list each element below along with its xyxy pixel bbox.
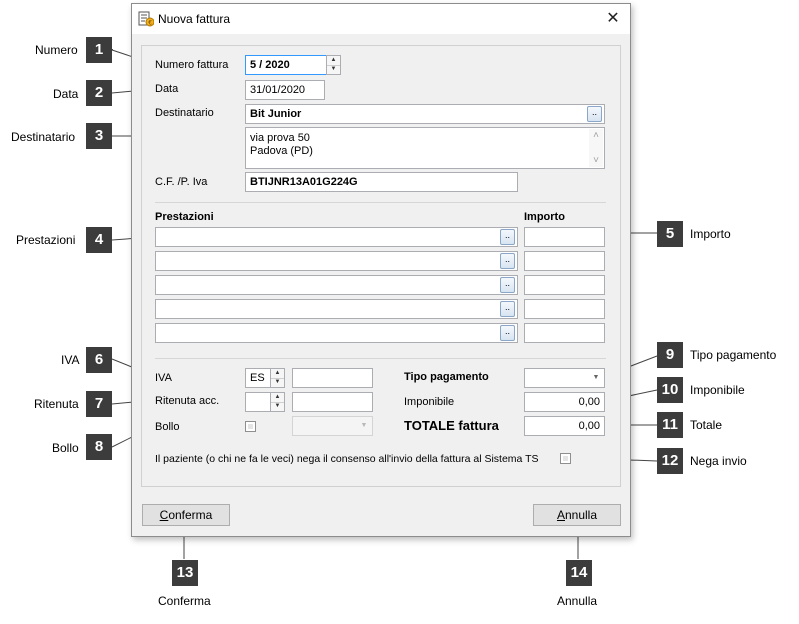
callout-badge-14: 14 (566, 560, 592, 586)
prestazione-input[interactable] (155, 251, 518, 271)
prestazione-input[interactable] (155, 323, 518, 343)
importo-input[interactable] (524, 323, 605, 343)
totale-fattura-label: TOTALE fattura (404, 418, 499, 433)
conferma-label: onferma (168, 508, 213, 522)
prestazione-browse-button[interactable]: .. (500, 301, 515, 317)
nuova-fattura-dialog: € Nuova fattura ✕ Numero fattura 5 / 202… (131, 3, 631, 537)
callout-badge-12: 12 (657, 448, 683, 474)
iva-value-input[interactable] (292, 368, 373, 388)
callout-label-imponibile: Imponibile (690, 383, 745, 397)
memo-scrollbar[interactable]: ˄ ˅ (589, 129, 603, 167)
prestazione-browse-button[interactable]: .. (500, 277, 515, 293)
ritenuta-value-input[interactable] (292, 392, 373, 412)
chevron-down-icon: ▼ (592, 374, 600, 381)
ritenuta-code-input[interactable] (245, 392, 271, 412)
prestazione-input[interactable] (155, 275, 518, 295)
importo-input[interactable] (524, 227, 605, 247)
consenso-text: Il paziente (o chi ne fa le veci) nega i… (155, 453, 539, 465)
spin-down-icon[interactable]: ▼ (271, 402, 284, 411)
imponibile-input[interactable]: 0,00 (524, 392, 605, 412)
callout-badge-10: 10 (657, 377, 683, 403)
importo-input[interactable] (524, 275, 605, 295)
prestazione-browse-button[interactable]: .. (500, 325, 515, 341)
destinatario-browse-button[interactable]: .. (587, 106, 602, 122)
ritenuta-spinner[interactable]: ▲ ▼ (270, 392, 285, 412)
chevron-down-icon: ▼ (360, 422, 368, 429)
data-label: Data (155, 83, 179, 95)
callout-badge-7: 7 (86, 391, 112, 417)
prestazione-input[interactable] (155, 299, 518, 319)
importo-input[interactable] (524, 251, 605, 271)
callout-badge-2: 2 (86, 80, 112, 106)
indirizzo-memo[interactable]: via prova 50 Padova (PD) ˄ ˅ (245, 127, 605, 169)
ritenuta-label: Ritenuta acc. (155, 395, 220, 407)
invoice-app-icon: € (138, 11, 154, 27)
window-title: Nuova fattura (158, 12, 231, 26)
title-bar[interactable]: € Nuova fattura ✕ (132, 4, 630, 34)
prestazione-browse-button[interactable]: .. (500, 253, 515, 269)
callout-badge-4: 4 (86, 227, 112, 253)
separator-2 (155, 358, 606, 359)
callout-label-destinatario: Destinatario (11, 130, 76, 144)
numero-fattura-spinner[interactable]: ▲ ▼ (326, 55, 341, 75)
callout-badge-5: 5 (657, 221, 683, 247)
imponibile-label: Imponibile (404, 396, 455, 408)
callout-badge-8: 8 (86, 434, 112, 460)
callout-label-annulla: Annulla (557, 594, 598, 608)
destinatario-label: Destinatario (155, 107, 214, 119)
callout-label-nega-invio: Nega invio (690, 454, 747, 468)
importo-header: Importo (524, 211, 565, 223)
annulla-button[interactable]: Annulla (533, 504, 621, 526)
numero-fattura-input[interactable]: 5 / 2020 (245, 55, 327, 75)
iva-spinner[interactable]: ▲ ▼ (270, 368, 285, 388)
annulla-accesskey: A (556, 508, 565, 522)
nega-invio-checkbox[interactable] (560, 453, 571, 464)
bollo-checkbox[interactable] (245, 421, 256, 432)
callout-label-numero: Numero (35, 43, 78, 57)
spin-down-icon[interactable]: ▼ (271, 378, 284, 387)
callout-label-ritenuta: Ritenuta (34, 397, 79, 411)
close-icon[interactable]: ✕ (602, 8, 624, 30)
bollo-label: Bollo (155, 421, 180, 433)
callout-badge-3: 3 (86, 123, 112, 149)
callout-badge-1: 1 (86, 37, 112, 63)
iva-label: IVA (155, 372, 172, 384)
iva-code-input[interactable]: ES (245, 368, 271, 388)
cf-piva-input[interactable]: BTIJNR13A01G224G (245, 172, 518, 192)
spin-down-icon[interactable]: ▼ (327, 65, 340, 74)
callout-label-bollo: Bollo (52, 441, 79, 455)
tipo-pagamento-label: Tipo pagamento (404, 371, 489, 383)
tipo-pagamento-select[interactable]: ▼ (524, 368, 605, 388)
prestazione-input[interactable] (155, 227, 518, 247)
cf-piva-label: C.F. /P. Iva (155, 176, 208, 188)
conferma-accesskey: C (159, 508, 169, 522)
address-line-1: via prova 50 (250, 132, 310, 144)
importo-input[interactable] (524, 299, 605, 319)
callout-label-iva: IVA (61, 353, 80, 367)
callout-label-tipo-pagamento: Tipo pagamento (690, 348, 777, 362)
prestazioni-header: Prestazioni (155, 211, 214, 223)
prestazione-browse-button[interactable]: .. (500, 229, 515, 245)
scroll-up-icon[interactable]: ˄ (589, 130, 603, 141)
callout-badge-11: 11 (657, 412, 683, 438)
numero-fattura-label: Numero fattura (155, 59, 229, 71)
data-input[interactable]: 31/01/2020 (245, 80, 325, 100)
svg-text:€: € (148, 20, 152, 27)
bollo-select[interactable]: ▼ (292, 416, 373, 436)
destinatario-input[interactable]: Bit Junior (245, 104, 605, 124)
callout-label-conferma: Conferma (158, 594, 211, 608)
address-line-2: Padova (PD) (250, 145, 313, 157)
conferma-button[interactable]: Conferma (142, 504, 230, 526)
callout-label-totale: Totale (690, 418, 723, 432)
scroll-down-icon[interactable]: ˅ (589, 155, 603, 166)
callout-badge-13: 13 (172, 560, 198, 586)
callout-badge-9: 9 (657, 342, 683, 368)
callout-label-data: Data (53, 87, 79, 101)
totale-fattura-input[interactable]: 0,00 (524, 416, 605, 436)
callout-label-importo: Importo (690, 227, 731, 241)
callout-label-prestazioni: Prestazioni (16, 233, 76, 247)
separator-1 (155, 202, 606, 203)
annulla-label: nnulla (564, 508, 598, 522)
callout-badge-6: 6 (86, 347, 112, 373)
